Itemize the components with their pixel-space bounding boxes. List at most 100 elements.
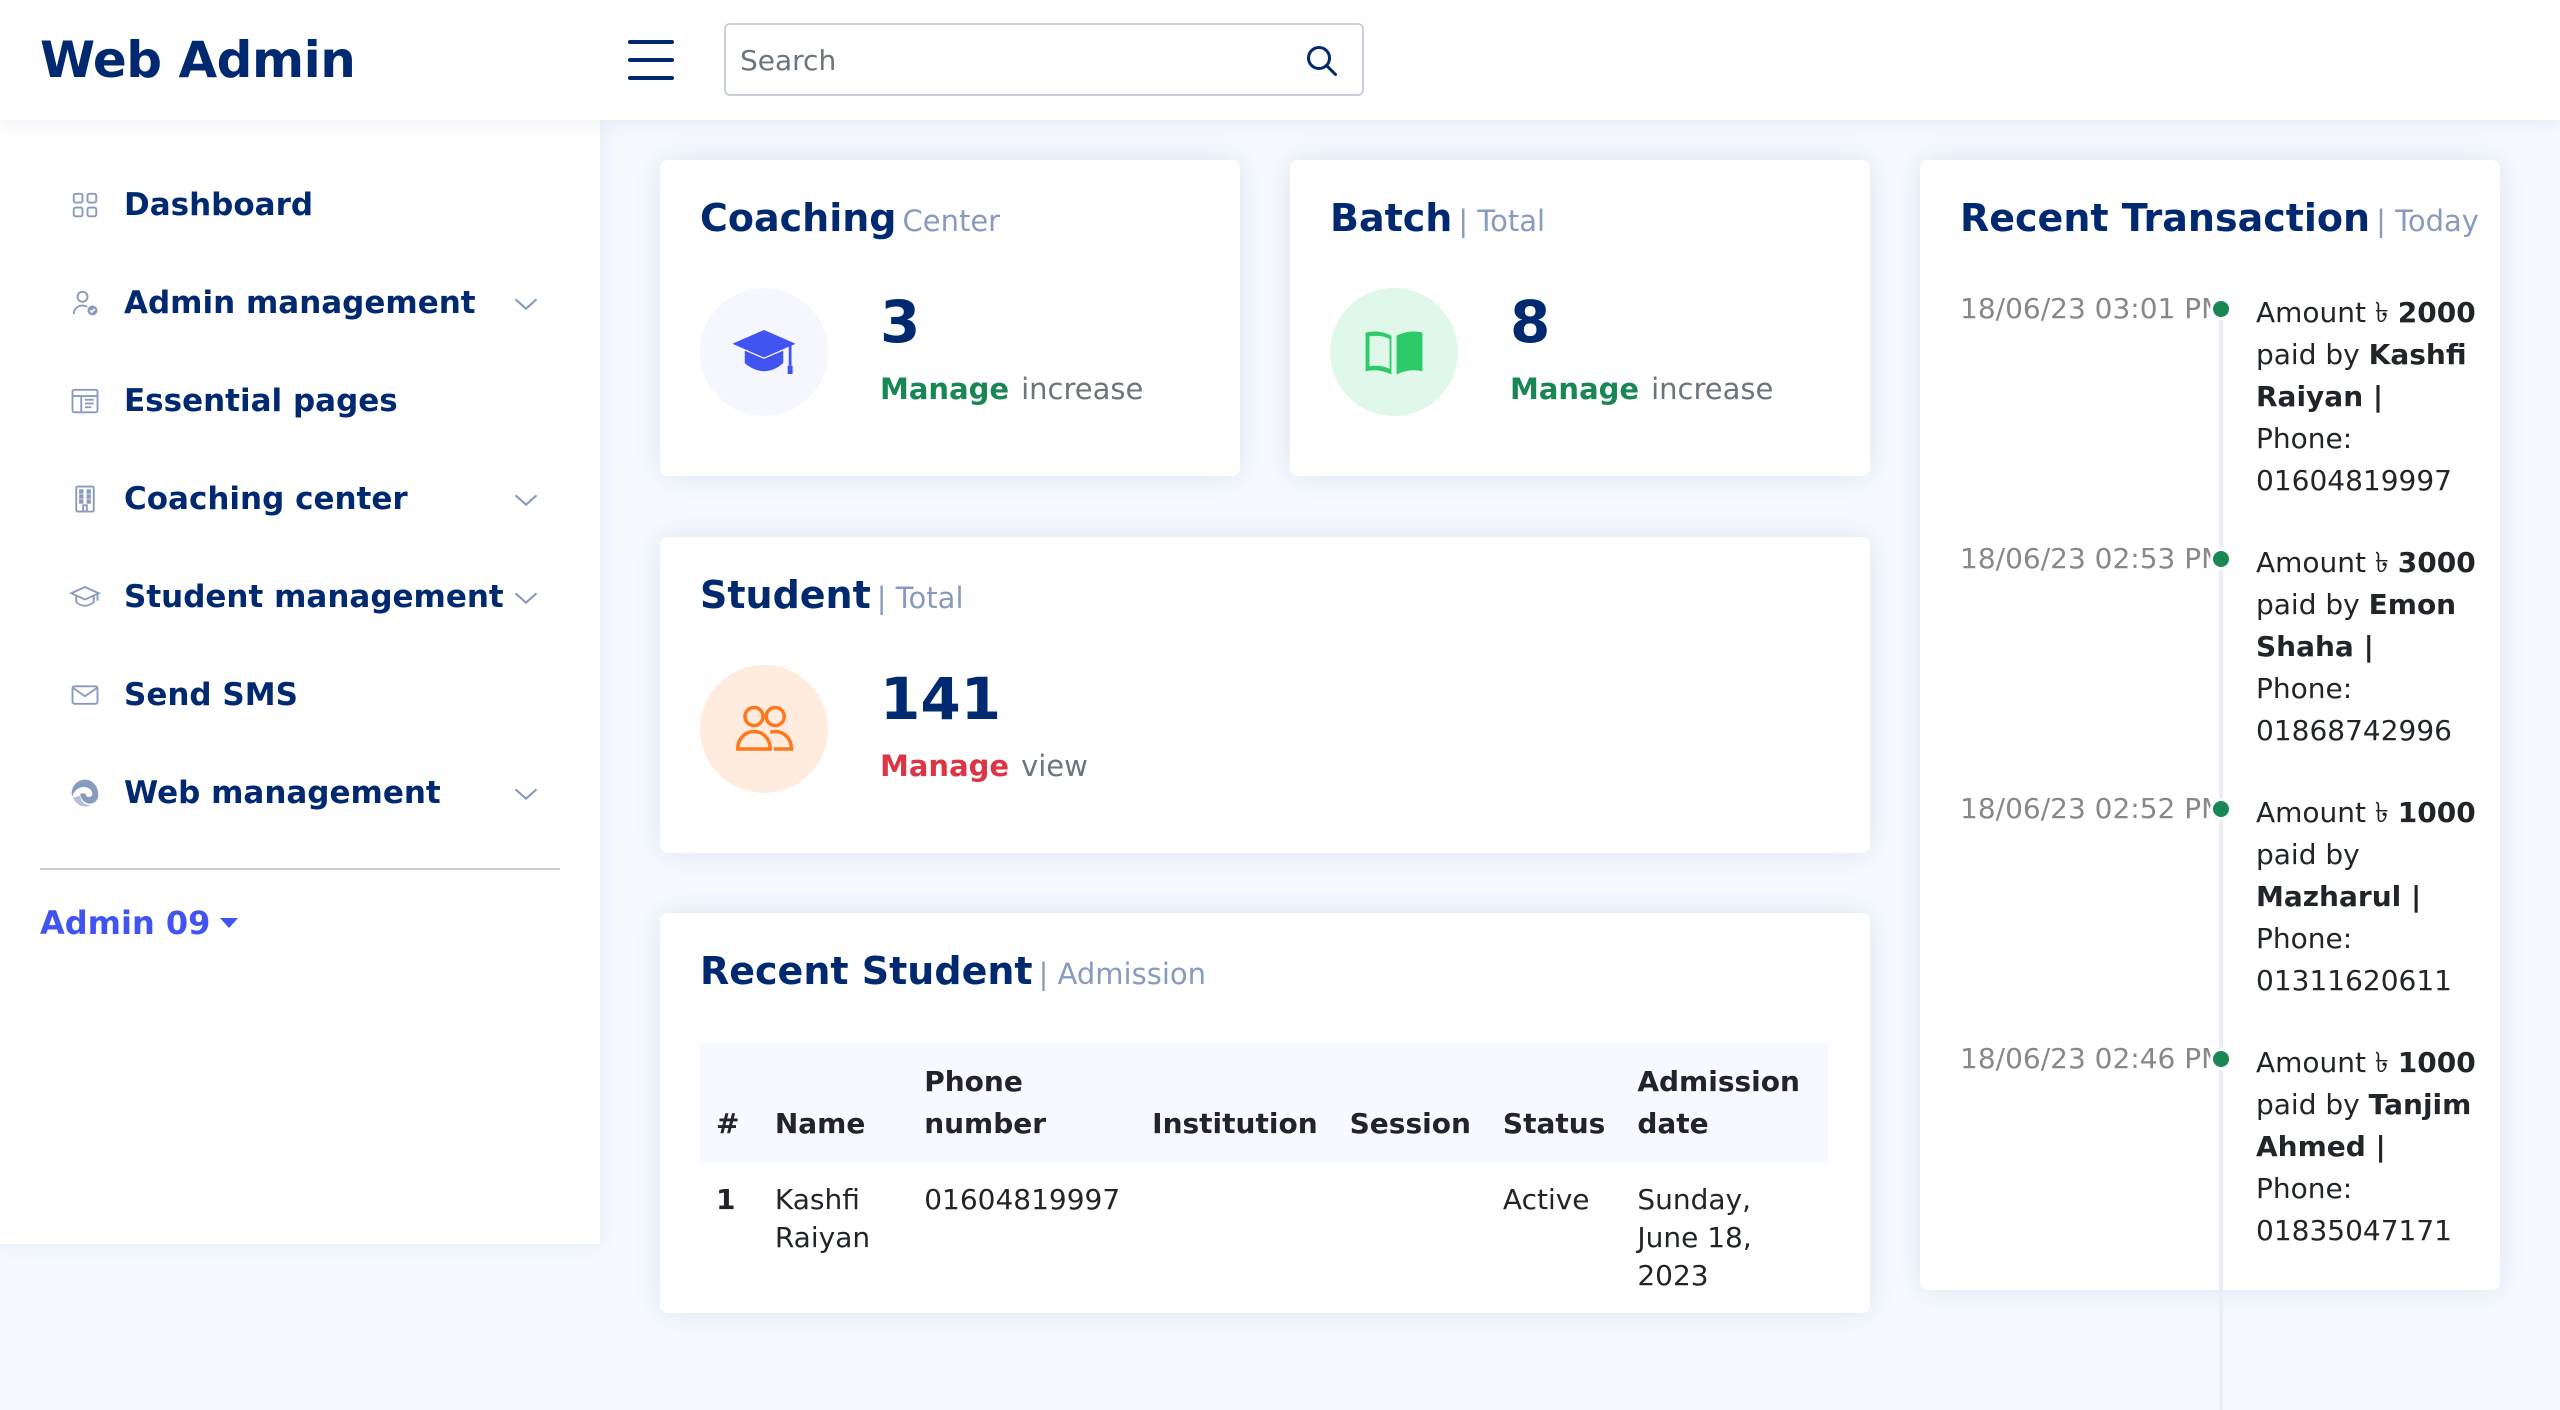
stat-line: Manage view <box>880 749 1088 783</box>
card-title: Coaching Center <box>700 196 1000 240</box>
app-logo[interactable]: Web Admin <box>40 30 356 90</box>
phone-label: Phone: <box>2256 1172 2353 1205</box>
timeline-dot <box>2210 798 2232 820</box>
sidebar-item-essential-pages[interactable]: Essential pages <box>40 366 540 436</box>
mortarboard-icon <box>700 288 828 416</box>
layout-text-icon <box>68 384 102 418</box>
top-header: Web Admin <box>0 0 2560 120</box>
card-subtitle: | Admission <box>1038 957 1206 991</box>
search-icon[interactable] <box>1304 43 1340 79</box>
user-name: Admin 09 <box>40 904 211 942</box>
manage-link[interactable]: Manage <box>1510 372 1639 406</box>
phone-label: Phone: <box>2256 422 2353 455</box>
sidebar-item-label: Send SMS <box>124 677 298 713</box>
stat-note: increase <box>1021 372 1144 406</box>
sidebar-item-label: Web management <box>124 775 441 811</box>
student-count: 141 <box>880 665 1002 733</box>
transaction-amount: 1000 <box>2397 1046 2476 1079</box>
sidebar-divider <box>40 868 560 870</box>
timeline-dot <box>2210 548 2232 570</box>
manage-link[interactable]: Manage <box>880 372 1009 406</box>
admission-date: Sunday, June 18, 2023 <box>1637 1183 1752 1292</box>
edge-icon <box>68 776 102 810</box>
transaction-text: Amount ৳ 1000 paid by Tanjim Ahmed | Pho… <box>2256 1042 2476 1252</box>
column-header: # <box>700 1043 759 1163</box>
menu-bar <box>628 40 674 44</box>
student-status: Active <box>1502 1183 1590 1216</box>
paid-by-label: paid by <box>2256 1088 2360 1121</box>
card-title-text: Recent Student <box>700 949 1033 993</box>
payer-phone: 01868742996 <box>2256 714 2452 747</box>
card-title: Recent Student | Admission <box>700 949 1206 993</box>
column-header: Admission date <box>1621 1043 1828 1163</box>
transaction-time: 18/06/23 02:53 PM <box>1960 542 2226 575</box>
column-header: Phone number <box>908 1043 1137 1163</box>
column-header: Status <box>1486 1043 1622 1163</box>
mortarboard-icon <box>68 580 102 614</box>
user-menu[interactable]: Admin 09 <box>40 904 239 942</box>
grid-icon <box>68 188 102 222</box>
paid-by-label: paid by <box>2256 588 2360 621</box>
caret-down-icon <box>220 918 239 928</box>
transaction-amount: 3000 <box>2397 546 2476 579</box>
card-title: Student | Total <box>700 573 964 617</box>
paid-by-label: paid by <box>2256 838 2360 871</box>
payer-phone: 01311620611 <box>2256 964 2452 997</box>
people-icon <box>700 665 828 793</box>
transaction-text: Amount ৳ 2000 paid by Kashfi Raiyan | Ph… <box>2256 292 2476 502</box>
sidebar-item-student-management[interactable]: Student management <box>40 562 540 632</box>
stat-line: Manage increase <box>1510 372 1773 406</box>
chevron-down-icon[interactable] <box>512 290 540 318</box>
payer-phone: 01835047171 <box>2256 1214 2452 1247</box>
sidebar-item-label: Admin management <box>124 285 476 321</box>
sidebar-item-label: Dashboard <box>124 187 314 223</box>
card-title-text: Coaching <box>700 196 897 240</box>
amount-prefix: Amount ৳ <box>2256 1046 2389 1079</box>
transaction-time: 18/06/23 03:01 PM <box>1960 292 2226 325</box>
student-phone: 01604819997 <box>924 1183 1121 1216</box>
column-header: Institution <box>1136 1043 1334 1163</box>
batch-card: Batch | Total 8 Manage increase <box>1290 160 1870 476</box>
card-subtitle: | Today <box>2376 204 2479 238</box>
sidebar-item-web-management[interactable]: Web management <box>40 758 540 828</box>
sidebar-item-label: Essential pages <box>124 383 398 419</box>
sidebar-item-send-sms[interactable]: Send SMS <box>40 660 540 730</box>
student-institution <box>1136 1163 1333 1313</box>
column-header: Name <box>758 1043 909 1163</box>
recent-transaction-card: Recent Transaction | Today 18/06/23 03:01… <box>1920 160 2500 1410</box>
envelope-icon <box>68 678 102 712</box>
transaction-amount: 1000 <box>2397 796 2476 829</box>
timeline-dot <box>2210 298 2232 320</box>
card-subtitle: | Total <box>1458 204 1546 238</box>
sidebar-item-coaching-center[interactable]: Coaching center <box>40 464 540 534</box>
sidebar: Dashboard Admin management Essential pag… <box>0 120 600 1244</box>
chevron-down-icon[interactable] <box>512 486 540 514</box>
chevron-down-icon[interactable] <box>512 584 540 612</box>
coaching-count: 3 <box>880 288 921 356</box>
stat-note: view <box>1021 749 1088 783</box>
menu-bar <box>628 76 674 80</box>
coaching-card: Coaching Center 3 Manage increase <box>660 160 1240 476</box>
building-icon <box>68 482 102 516</box>
search-input[interactable] <box>740 39 1280 81</box>
table-header-row: # Name Phone number Institution Session … <box>700 1043 1828 1163</box>
menu-toggle-icon[interactable] <box>628 38 674 82</box>
table-row[interactable]: 1 Kashfi Raiyan 01604819997 Active Sunda… <box>700 1163 1828 1313</box>
transaction-text: Amount ৳ 1000 paid by Mazharul | Phone: … <box>2256 792 2476 1002</box>
paid-by-label: paid by <box>2256 338 2360 371</box>
chevron-down-icon[interactable] <box>512 780 540 808</box>
card-subtitle: | Total <box>876 581 964 615</box>
transaction-time: 18/06/23 02:46 PM <box>1960 1042 2226 1075</box>
student-session <box>1334 1163 1487 1313</box>
sidebar-item-admin-management[interactable]: Admin management <box>40 268 540 338</box>
stat-line: Manage increase <box>880 372 1143 406</box>
student-card: Student | Total 141 Manage view <box>660 537 1870 853</box>
phone-label: Phone: <box>2256 672 2353 705</box>
manage-link[interactable]: Manage <box>880 749 1009 783</box>
sidebar-item-dashboard[interactable]: Dashboard <box>40 170 540 240</box>
timeline-line <box>2219 310 2223 1410</box>
transaction-amount: 2000 <box>2397 296 2476 329</box>
phone-label: Phone: <box>2256 922 2353 955</box>
amount-prefix: Amount ৳ <box>2256 796 2389 829</box>
recent-student-table: # Name Phone number Institution Session … <box>700 1043 1828 1313</box>
